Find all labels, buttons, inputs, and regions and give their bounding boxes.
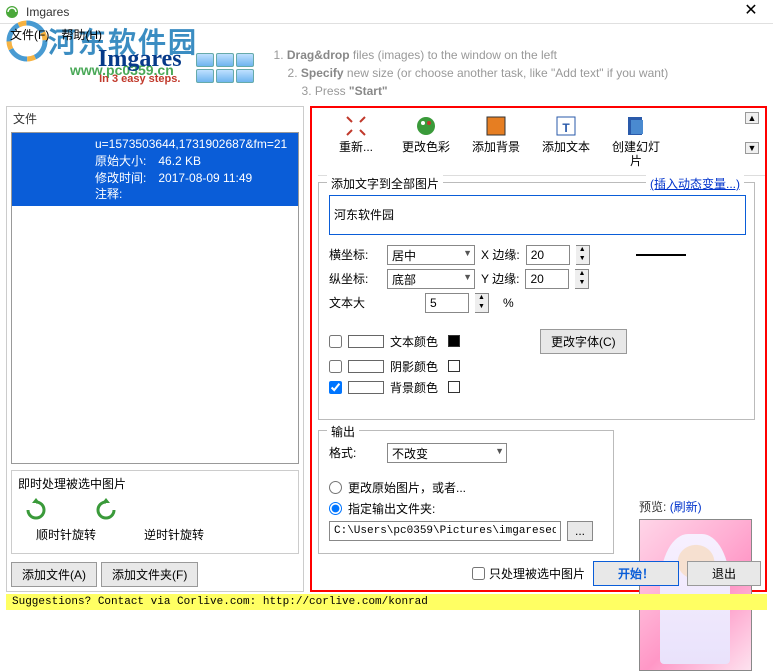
x-margin-spinner[interactable]: ▲▼ — [576, 245, 590, 265]
tool-background[interactable]: 添加背景 — [470, 114, 522, 169]
x-margin-label: X 边缘: — [481, 246, 520, 263]
app-icon — [4, 4, 20, 20]
palette-icon — [414, 114, 438, 138]
y-margin-label: Y 边缘: — [481, 270, 519, 287]
browse-button[interactable]: ... — [567, 521, 593, 541]
folder-radio[interactable] — [329, 502, 342, 515]
text-size-label: 文本大 — [329, 294, 381, 311]
format-label: 格式: — [329, 444, 381, 461]
tool-color[interactable]: 更改色彩 — [400, 114, 452, 169]
rotate-cw-icon[interactable] — [24, 498, 48, 522]
shadow-color-pick[interactable] — [448, 360, 460, 372]
text-color-check[interactable] — [329, 335, 342, 348]
bg-color-swatch[interactable] — [348, 381, 384, 394]
text-size-input[interactable] — [425, 293, 469, 313]
text-size-spinner[interactable]: ▲▼ — [475, 293, 489, 313]
slideshow-icon — [624, 114, 648, 138]
menu-help[interactable]: 帮助(H) — [55, 24, 108, 45]
text-content-input[interactable] — [329, 195, 746, 235]
folder-label: 指定输出文件夹: — [348, 500, 435, 517]
rotate-ccw-label: 逆时针旋转 — [132, 526, 216, 543]
close-button[interactable]: ✕ — [733, 0, 769, 24]
exit-button[interactable]: 退出 — [687, 561, 761, 586]
overwrite-label: 更改原始图片，或者... — [348, 479, 466, 496]
shadow-color-check[interactable] — [329, 360, 342, 373]
format-select[interactable]: 不改变 — [387, 443, 507, 463]
bg-color-check[interactable] — [329, 381, 342, 394]
x-margin-input[interactable] — [526, 245, 570, 265]
text-icon: T — [554, 114, 578, 138]
background-icon — [484, 114, 508, 138]
preview-refresh-link[interactable]: (刷新) — [670, 500, 702, 514]
logo-area: Imgares In 3 easy steps. — [98, 46, 182, 85]
change-font-button[interactable]: 更改字体(C) — [540, 329, 627, 354]
overwrite-radio[interactable] — [329, 481, 342, 494]
text-color-pick[interactable] — [448, 335, 460, 347]
output-section-title: 输出 — [327, 423, 359, 440]
output-path-input[interactable] — [329, 521, 561, 541]
add-folder-button[interactable]: 添加文件夹(F) — [101, 562, 198, 587]
suggestion-bar: Suggestions? Contact via Corlive.com: ht… — [6, 594, 767, 610]
rotate-ccw-icon[interactable] — [94, 498, 118, 522]
menu-file[interactable]: 文件(F) — [4, 24, 55, 45]
steps-text: 1. Drag&drop files (images) to the windo… — [274, 46, 669, 100]
h-align-label: 横坐标: — [329, 246, 381, 263]
steps-illustration — [196, 46, 260, 90]
shadow-color-label: 阴影颜色 — [390, 358, 438, 375]
toolbar-scroll-up[interactable]: ▲ — [745, 112, 759, 124]
v-align-label: 纵坐标: — [329, 270, 381, 287]
y-margin-spinner[interactable]: ▲▼ — [575, 269, 589, 289]
h-align-select[interactable]: 居中 — [387, 245, 475, 265]
insert-variable-link[interactable]: (插入动态变量...) — [646, 175, 744, 192]
v-align-select[interactable]: 底部 — [387, 269, 475, 289]
toolbar-scroll-down[interactable]: ▼ — [745, 142, 759, 154]
add-file-button[interactable]: 添加文件(A) — [11, 562, 97, 587]
text-color-swatch[interactable] — [348, 335, 384, 348]
tool-slideshow[interactable]: 创建幻灯片 — [610, 114, 662, 169]
svg-text:T: T — [562, 121, 570, 135]
start-button[interactable]: 开始！ — [593, 561, 679, 586]
shadow-color-swatch[interactable] — [348, 360, 384, 373]
rotate-cw-label: 顺时针旋转 — [24, 526, 108, 543]
files-group-title: 文件 — [7, 107, 303, 130]
file-item[interactable]: u=1573503644,1731902687&fm=21 原始大小: 46.2… — [12, 133, 298, 206]
addtext-section-title: 添加文字到全部图片 — [327, 175, 443, 192]
file-list[interactable]: u=1573503644,1731902687&fm=21 原始大小: 46.2… — [11, 132, 299, 464]
only-selected-check[interactable] — [472, 567, 485, 580]
preview-label: 预览: — [639, 500, 666, 514]
resize-icon — [344, 114, 368, 138]
bg-color-label: 背景颜色 — [390, 379, 438, 396]
sample-preview — [636, 254, 686, 256]
percent-label: % — [503, 296, 514, 310]
tool-add-text[interactable]: T 添加文本 — [540, 114, 592, 169]
bg-color-pick[interactable] — [448, 381, 460, 393]
y-margin-input[interactable] — [525, 269, 569, 289]
window-title: Imgares — [26, 5, 733, 19]
only-selected-label: 只处理被选中图片 — [489, 565, 585, 582]
immediate-title: 即时处理被选中图片 — [18, 475, 292, 492]
tool-resize[interactable]: 重新... — [330, 114, 382, 169]
text-color-label: 文本颜色 — [390, 333, 438, 350]
